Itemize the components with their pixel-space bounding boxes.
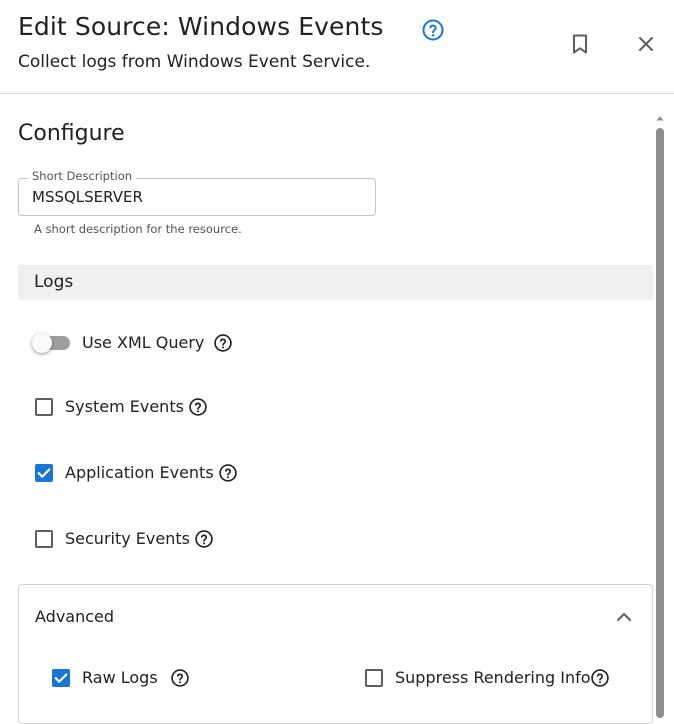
help-icon[interactable] (213, 333, 233, 353)
short-description-label: Short Description (28, 169, 137, 183)
help-icon[interactable] (590, 668, 610, 688)
advanced-panel (18, 584, 653, 724)
short-description-input[interactable]: MSSQLSERVER (32, 188, 143, 206)
toggle-thumb[interactable] (32, 333, 52, 353)
logs-section-header (18, 265, 653, 300)
application-events-checkbox[interactable] (35, 464, 53, 482)
check-icon (54, 673, 68, 683)
application-events-label: Application Events (65, 463, 214, 482)
help-icon[interactable] (421, 18, 445, 42)
raw-logs-checkbox[interactable] (52, 669, 70, 687)
configure-heading: Configure (18, 121, 125, 146)
raw-logs-label: Raw Logs (82, 668, 158, 687)
bookmark-icon[interactable] (568, 32, 592, 56)
scroll-up-arrow-icon[interactable] (654, 112, 666, 124)
logs-heading: Logs (34, 272, 74, 292)
check-icon (37, 468, 51, 478)
header-divider (0, 93, 674, 94)
use-xml-query-label: Use XML Query (82, 333, 205, 352)
help-icon[interactable] (194, 529, 214, 549)
suppress-rendering-info-checkbox[interactable] (365, 669, 383, 687)
suppress-rendering-info-label: Suppress Rendering Info (395, 668, 591, 687)
page-subtitle: Collect logs from Windows Event Service. (18, 52, 371, 72)
system-events-label: System Events (65, 397, 184, 416)
page-title: Edit Source: Windows Events (18, 12, 384, 41)
advanced-heading[interactable]: Advanced (35, 607, 114, 626)
security-events-label: Security Events (65, 529, 190, 548)
close-icon[interactable] (634, 32, 658, 56)
scrollbar-thumb[interactable] (656, 128, 664, 718)
help-icon[interactable] (188, 397, 208, 417)
security-events-checkbox[interactable] (35, 530, 53, 548)
help-icon[interactable] (170, 668, 190, 688)
help-icon[interactable] (218, 463, 238, 483)
chevron-up-icon[interactable] (612, 605, 636, 629)
system-events-checkbox[interactable] (35, 398, 53, 416)
short-description-helper: A short description for the resource. (34, 222, 242, 236)
